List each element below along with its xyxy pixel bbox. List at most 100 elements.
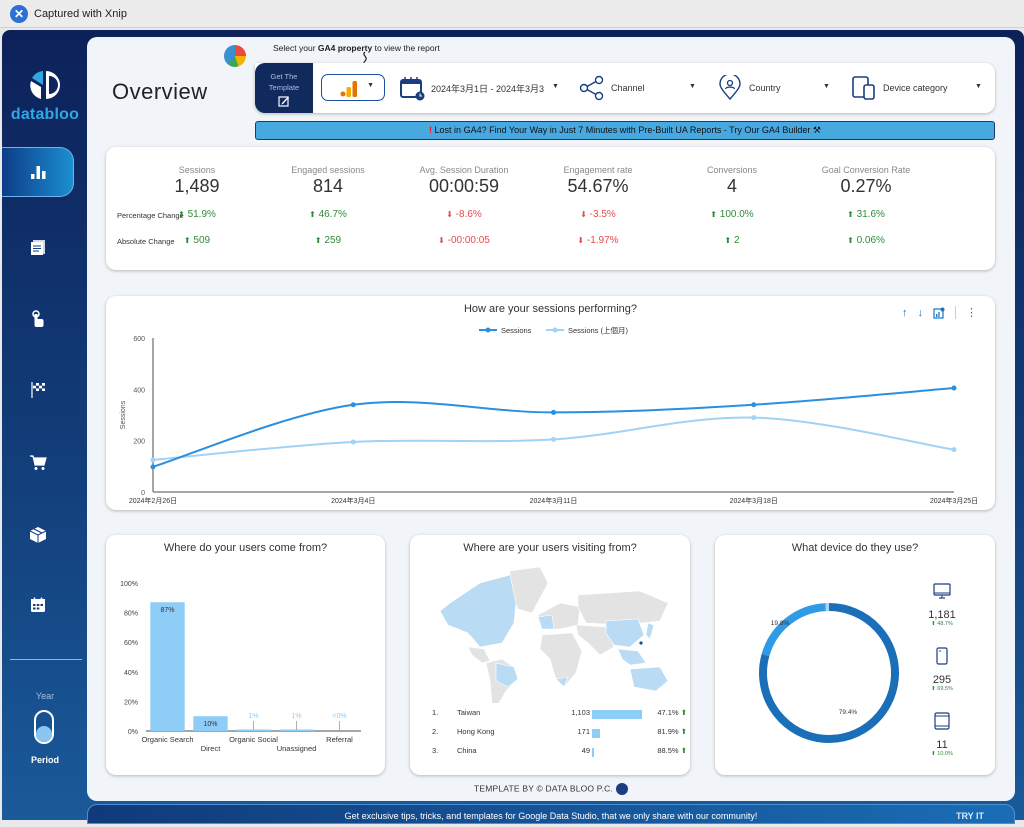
brand-name: databloo (2, 106, 88, 124)
arrow-up-icon: ⬆ (847, 236, 854, 245)
channel-filter[interactable]: Channel ▼ (579, 63, 697, 113)
kpi-3: Engagement rate 54.67% (533, 165, 663, 197)
device-change-value: 69.5% (937, 686, 953, 692)
map-region-south-africa (556, 677, 568, 687)
get-template-button[interactable]: Get The Template (255, 63, 313, 113)
chevron-down-icon: ▼ (689, 83, 696, 90)
country-filter[interactable]: Country ▼ (717, 63, 831, 113)
kpi-value: 54.67% (533, 176, 663, 197)
x-tick-label: 2024年2月26日 (129, 496, 177, 505)
geo-value: 1,103 (540, 708, 590, 717)
community-cta-banner[interactable]: Get exclusive tips, tricks, and template… (87, 804, 1015, 824)
kpi-pct-value: 51.9% (188, 209, 216, 220)
kpi-abs-value: -1.97% (587, 235, 619, 246)
arrow-up-icon: ⬆ (847, 210, 854, 219)
desktop-icon (932, 581, 952, 601)
touch-icon (28, 309, 48, 329)
world-map[interactable] (410, 563, 690, 703)
arrow-up-icon: ⬆ (309, 210, 316, 219)
y-tick-label: 60% (124, 640, 138, 647)
kpi-pct-value: 31.6% (857, 209, 885, 220)
sidebar: databloo Year Period (2, 30, 86, 820)
bar-0 (150, 602, 184, 731)
y-tick-label: 200 (133, 439, 145, 446)
kpi-absolute-change: ⬇ -00:00:05 (399, 235, 529, 246)
document-icon (28, 237, 48, 257)
geo-chart-title: Where are your users visiting from? (410, 542, 690, 554)
channel-bar-chart-card: Where do your users come from? 0%20%40%6… (106, 535, 385, 775)
toggle-knob[interactable] (36, 726, 52, 742)
legend-label-0: Sessions (501, 326, 532, 335)
kpi-label: Engaged sessions (263, 165, 393, 175)
device-change-value: 10.0% (937, 751, 953, 757)
template-credit: TEMPLATE BY © DATA BLOO P.C. (87, 783, 1015, 795)
filter-bar: Get The Template ▼ 2024年3月1日 - 2024年3月3 … (255, 63, 995, 113)
kpi-label: Conversions (667, 165, 797, 175)
sidebar-item-ecommerce[interactable] (2, 437, 74, 487)
geo-bar (592, 748, 594, 757)
chevron-down-icon: ▼ (975, 83, 982, 90)
data-point-series-0 (952, 386, 957, 391)
y-tick-label: 20% (124, 699, 138, 706)
legend-label-1: Sessions (上個月) (568, 325, 629, 335)
device-change: ⬆ 10.0% (919, 751, 965, 757)
kpi-4: Conversions 4 (667, 165, 797, 197)
ga4-hint: Select your GA4 property to view the rep… (273, 43, 440, 53)
sidebar-item-calendar[interactable] (2, 580, 74, 630)
sidebar-item-overview[interactable] (2, 147, 74, 197)
chevron-down-icon: ▼ (823, 83, 830, 90)
line-chart-svg: 02004006002024年2月26日2024年3月4日2024年3月11日2… (106, 296, 995, 510)
sidebar-item-conversions[interactable] (2, 364, 74, 414)
device-category-filter[interactable]: Device category ▼ (851, 63, 981, 113)
databloo-mini-logo-icon (616, 783, 628, 795)
date-range-filter[interactable]: 2024年3月1日 - 2024年3月3 ▼ (399, 63, 559, 113)
x-tick-label: Organic Social (229, 735, 278, 744)
try-it-button[interactable]: TRY IT (956, 805, 984, 827)
kpi-label: Sessions (132, 165, 262, 175)
geo-change: 47.1% ⬆ (632, 708, 687, 717)
y-tick-label: 40% (124, 670, 138, 677)
donut-label-desktop: 79.4% (839, 709, 858, 716)
get-template-line1: Get The (255, 71, 313, 82)
x-tick-label: Unassigned (277, 744, 317, 753)
geo-table-row[interactable]: 3. China 49 88.5% ⬆ (432, 746, 672, 760)
geo-table-row[interactable]: 2. Hong Kong 171 81.9% ⬆ (432, 727, 672, 741)
geo-bar (592, 729, 600, 738)
page-title: Overview (112, 79, 208, 105)
kpi-percentage-change: ⬆ 51.9% (132, 209, 262, 220)
arrow-down-icon: ⬇ (438, 236, 445, 245)
ga4-hint-prefix: Select your (273, 43, 318, 53)
data-point-series-0 (551, 410, 556, 415)
mobile-icon (932, 646, 952, 666)
ga4-builder-promo-banner[interactable]: ! Lost in GA4? Find Your Way in Just 7 M… (255, 121, 995, 140)
kpi-0: Sessions 1,489 (132, 165, 262, 197)
data-point-series-1 (751, 415, 756, 420)
device-change: ⬆ 69.5% (919, 686, 965, 692)
get-template-line2: Template (255, 82, 313, 93)
legend-marker-0 (486, 328, 491, 333)
map-marker-taiwan (639, 641, 642, 644)
device-value: 1,181 (919, 609, 965, 621)
donut-label-mobile: 19.8% (771, 620, 790, 627)
kpi-absolute-change: ⬆ 509 (132, 235, 262, 246)
arrow-up-icon: ⬆ (710, 210, 717, 219)
geo-country: Taiwan (457, 708, 480, 717)
geo-change-value: 88.5% (657, 746, 678, 755)
year-period-toggle[interactable] (34, 710, 54, 744)
kpi-abs-value: 509 (193, 235, 210, 246)
kpi-label: Goal Conversion Rate (801, 165, 931, 175)
geo-value: 49 (540, 746, 590, 755)
geo-change-value: 47.1% (657, 708, 678, 717)
x-tick-label: Direct (201, 744, 222, 753)
legend-marker-1 (553, 328, 558, 333)
ga4-property-select[interactable]: ▼ (321, 74, 385, 101)
cart-icon (28, 452, 48, 472)
map-region-japan (646, 623, 654, 639)
geo-table-row[interactable]: 1. Taiwan 1,103 47.1% ⬆ (432, 708, 672, 722)
bar-data-label: 87% (160, 607, 174, 614)
arrow-down-icon: ⬇ (446, 210, 453, 219)
sidebar-item-products[interactable] (2, 510, 74, 560)
geo-change: 88.5% ⬆ (632, 746, 687, 755)
sidebar-item-pages[interactable] (2, 222, 74, 272)
sidebar-item-engagement[interactable] (2, 294, 74, 344)
